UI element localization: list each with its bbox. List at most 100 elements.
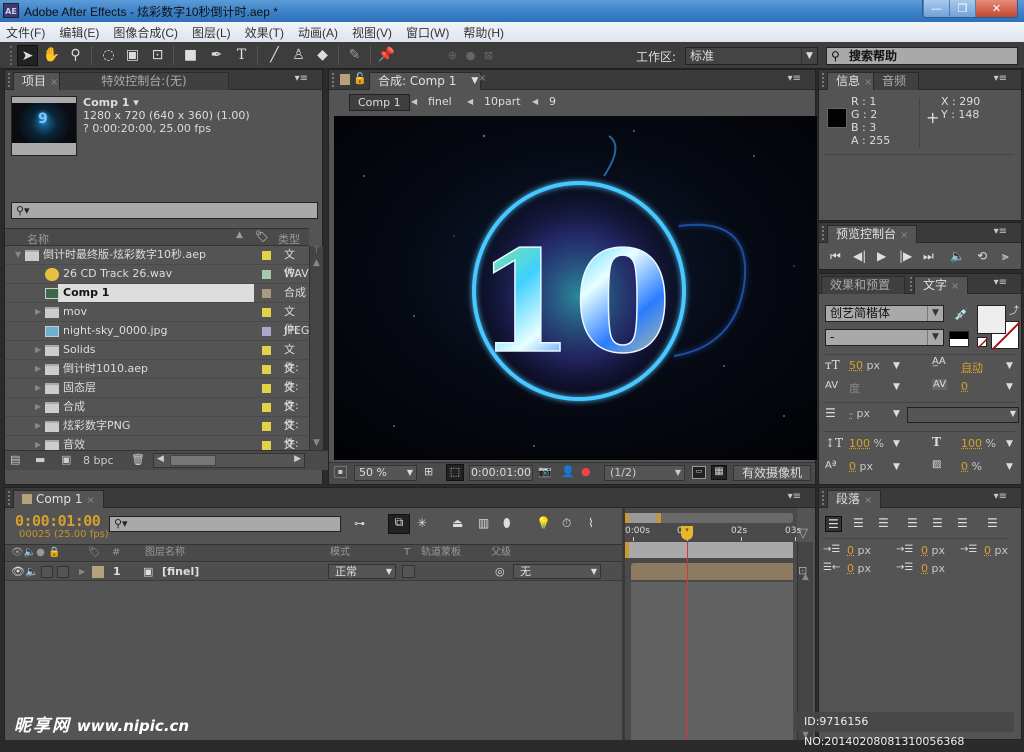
breadcrumb-finel[interactable]: finel [428, 95, 452, 108]
black-white-swatch[interactable] [949, 331, 969, 347]
horizontal-scale-value[interactable]: 100 % [961, 437, 996, 450]
interpret-footage-icon[interactable]: ▤ [10, 453, 20, 466]
chevron-down-icon[interactable]: ▼ [1006, 382, 1013, 392]
comp-mini-flowchart-icon[interactable]: ⊶ [354, 517, 365, 530]
menu-file[interactable]: 文件(F) [6, 24, 45, 41]
expand-right-icon[interactable]: ▶ [35, 303, 41, 321]
baseline-shift-value[interactable]: 0 px [849, 460, 873, 473]
label-color[interactable] [262, 403, 271, 412]
stroke-width-value[interactable]: - px [849, 407, 870, 420]
tab-composition[interactable]: 合成: Comp 1 ▼ [369, 72, 482, 90]
menu-composition[interactable]: 图像合成(C) [113, 24, 178, 41]
rectangle-tool-icon[interactable]: ■ [180, 45, 201, 66]
align-center-icon[interactable]: ☰ [853, 516, 864, 530]
mask-visibility-icon[interactable]: ⬚ [446, 464, 464, 481]
selection-tool-icon[interactable]: ➤ [17, 45, 38, 66]
justify-last-center-icon[interactable]: ☰ [932, 516, 943, 530]
type-tool-icon[interactable]: T [231, 45, 252, 66]
live-update-icon[interactable]: ⧉ [388, 514, 410, 534]
expand-down-icon[interactable]: ▼ [15, 246, 21, 264]
label-color[interactable] [262, 346, 271, 355]
next-frame-icon[interactable]: |▶ [899, 249, 912, 263]
new-composition-icon[interactable]: ▣ [61, 453, 71, 466]
project-item[interactable]: night-sky_0000.jpg JPEG [5, 322, 309, 341]
breadcrumb-9[interactable]: 9 [549, 95, 556, 108]
align-left-icon[interactable]: ☰ [825, 516, 842, 532]
space-after-value[interactable]: 0 px [921, 562, 945, 575]
project-item[interactable]: 26 CD Track 26.wav WAV [5, 265, 309, 284]
label-color[interactable] [262, 384, 271, 393]
rotate-tool-icon[interactable]: ◌ [98, 45, 119, 66]
column-name[interactable]: 名称 [27, 231, 49, 247]
frame-blending-icon[interactable]: ▥ [478, 516, 489, 530]
visibility-eye-icon[interactable]: 👁 [11, 563, 25, 580]
kerning-value[interactable]: 度 [849, 380, 860, 396]
justify-last-left-icon[interactable]: ☰ [907, 516, 918, 530]
magnification-select[interactable]: 50 % ▼ [354, 465, 417, 481]
menu-view[interactable]: 视图(V) [352, 24, 392, 41]
search-help-input[interactable]: ⚲ 搜索帮助 [826, 47, 1018, 65]
label-color[interactable] [262, 365, 271, 374]
time-navigator-handle[interactable] [625, 513, 661, 523]
camera-tool-icon[interactable]: ▣ [122, 45, 143, 66]
project-horizontal-scrollbar[interactable]: ◀ ▶ [153, 453, 305, 468]
project-search-input[interactable]: ⚲▾ [11, 202, 318, 219]
project-item[interactable]: ▶ Solids 文件: [5, 341, 309, 374]
justify-all-icon[interactable]: ☰ [987, 516, 998, 530]
menu-edit[interactable]: 编辑(E) [59, 24, 99, 41]
roto-brush-tool-icon[interactable]: ✎ [344, 45, 365, 66]
label-color[interactable] [262, 270, 271, 279]
breadcrumb-comp1[interactable]: Comp 1 [349, 94, 410, 111]
resolution-select[interactable]: (1/2) ▼ [604, 465, 685, 481]
snapshot-camera-icon[interactable]: 📷 [538, 465, 552, 478]
label-color[interactable] [262, 441, 271, 450]
project-item[interactable]: ▶ 炫彩数字PNG 文件: [5, 417, 309, 450]
expand-right-icon[interactable]: ▶ [35, 341, 41, 359]
label-color[interactable] [262, 308, 271, 317]
chevron-down-icon[interactable]: ▼ [1006, 439, 1013, 449]
panel-menu-icon[interactable]: ▾≡ [994, 73, 1007, 84]
project-item[interactable]: ▶ 合成 文件: [5, 398, 309, 431]
no-fill-swatch[interactable] [977, 337, 989, 349]
expand-triangle-icon[interactable]: ▶ [79, 563, 85, 580]
align-right-icon[interactable]: ☰ [878, 516, 889, 530]
minimize-button[interactable]: — [923, 0, 949, 17]
clone-stamp-tool-icon[interactable]: ♙ [288, 45, 309, 66]
font-family-select[interactable]: 创艺简楷体 ▼ [825, 305, 944, 322]
current-time-display[interactable]: 0:00:01:00 [15, 512, 101, 530]
last-frame-icon[interactable]: ⏭ [923, 249, 934, 264]
tab-character[interactable]: 文字 × [914, 276, 969, 294]
project-item[interactable]: ▶ 倒计时1010.aep 文件: [5, 360, 309, 393]
time-navigator[interactable] [625, 513, 793, 523]
indent-left-value[interactable]: 0 px [847, 544, 871, 557]
pan-behind-tool-icon[interactable]: ⊡ [147, 45, 168, 66]
indent-right-value[interactable]: 0 px [984, 544, 1008, 557]
brush-tool-icon[interactable]: ╱ [264, 45, 285, 66]
lock-toggle[interactable] [57, 566, 69, 578]
close-button[interactable]: ✕ [975, 0, 1017, 17]
play-icon[interactable]: ▶ [877, 249, 886, 263]
layer-name[interactable]: [finel] [162, 563, 199, 580]
mute-audio-icon[interactable]: 🔈 [950, 249, 965, 263]
tracking-value[interactable]: 0 [961, 380, 968, 393]
eraser-tool-icon[interactable]: ◆ [312, 45, 333, 66]
auto-keyframe-icon[interactable]: ⏱ [562, 516, 571, 531]
tab-effects-presets[interactable]: 效果和预置 [821, 276, 905, 294]
lock-icon[interactable]: 🔓 [353, 72, 367, 85]
panel-menu-icon[interactable]: ▾≡ [994, 226, 1007, 237]
chevron-down-icon[interactable]: ▼ [893, 361, 900, 371]
project-item[interactable]: Comp 1 合成 [5, 284, 309, 303]
new-folder-icon[interactable]: ▬ [35, 453, 45, 466]
project-vertical-scrollbar[interactable]: ⊤ ▲ ▼ [309, 246, 323, 450]
breadcrumb-10part[interactable]: 10part [484, 95, 521, 108]
column-type[interactable]: 类型 [278, 231, 300, 247]
active-camera-select[interactable]: 有效摄像机 [733, 465, 811, 481]
audio-icon[interactable]: 🔈 [25, 563, 39, 580]
bit-depth-label[interactable]: 8 bpc [83, 454, 114, 467]
restore-button[interactable]: ❐ [949, 0, 975, 17]
current-time-indicator-head[interactable]: ▾ [681, 526, 693, 540]
always-preview-icon[interactable]: ▪ [334, 466, 347, 478]
hide-shy-layers-icon[interactable]: ⏏ [452, 516, 463, 530]
panel-menu-icon[interactable]: ▾≡ [994, 491, 1007, 502]
solo-toggle[interactable] [41, 566, 53, 578]
